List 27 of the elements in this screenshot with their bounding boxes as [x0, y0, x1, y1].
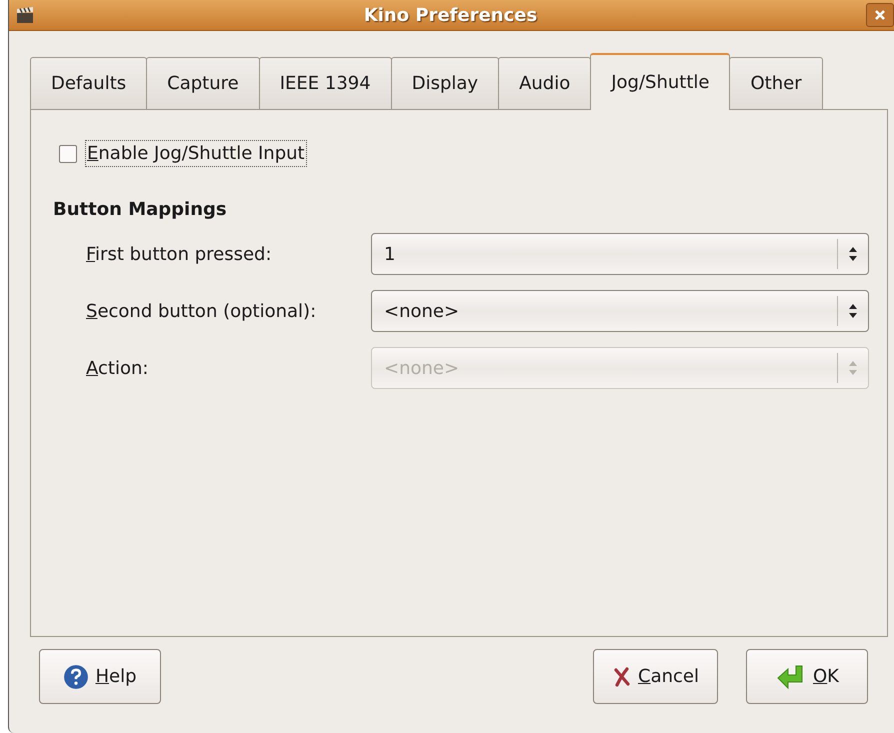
close-icon [874, 9, 886, 21]
field-label: First button pressed: [86, 244, 273, 264]
tab[interactable]: IEEE 1394 [258, 57, 392, 109]
tab[interactable]: Capture [146, 57, 260, 109]
tab[interactable]: Jog/Shuttle [590, 53, 730, 110]
cancel-button[interactable]: Cancel [593, 649, 718, 704]
section-heading: Button Mappings [53, 199, 228, 220]
cross-icon [612, 666, 632, 686]
up-down-arrows-icon [848, 303, 858, 319]
clapperboard-icon [15, 5, 35, 25]
tab[interactable]: Defaults [30, 57, 148, 109]
dropdown[interactable]: 1 [371, 233, 869, 275]
close-button[interactable] [866, 3, 894, 27]
dropdown[interactable]: <none> [371, 290, 869, 332]
checkbox-label[interactable]: Enable Jog/Shuttle Input [85, 140, 307, 167]
tab[interactable]: Other [729, 57, 823, 109]
up-down-arrows-icon [848, 360, 858, 376]
help-button[interactable]: Help [39, 649, 161, 704]
help-icon [63, 664, 90, 690]
field-label: Second button (optional): [86, 300, 318, 322]
tab[interactable]: Display [390, 57, 500, 109]
ok-button[interactable]: OK [746, 649, 868, 704]
up-down-arrows-icon [848, 246, 858, 262]
field-label: Action: [86, 358, 150, 378]
tab[interactable]: Audio [498, 57, 592, 109]
window-title: Kino Preferences [362, 4, 538, 26]
checkbox[interactable] [59, 144, 77, 162]
